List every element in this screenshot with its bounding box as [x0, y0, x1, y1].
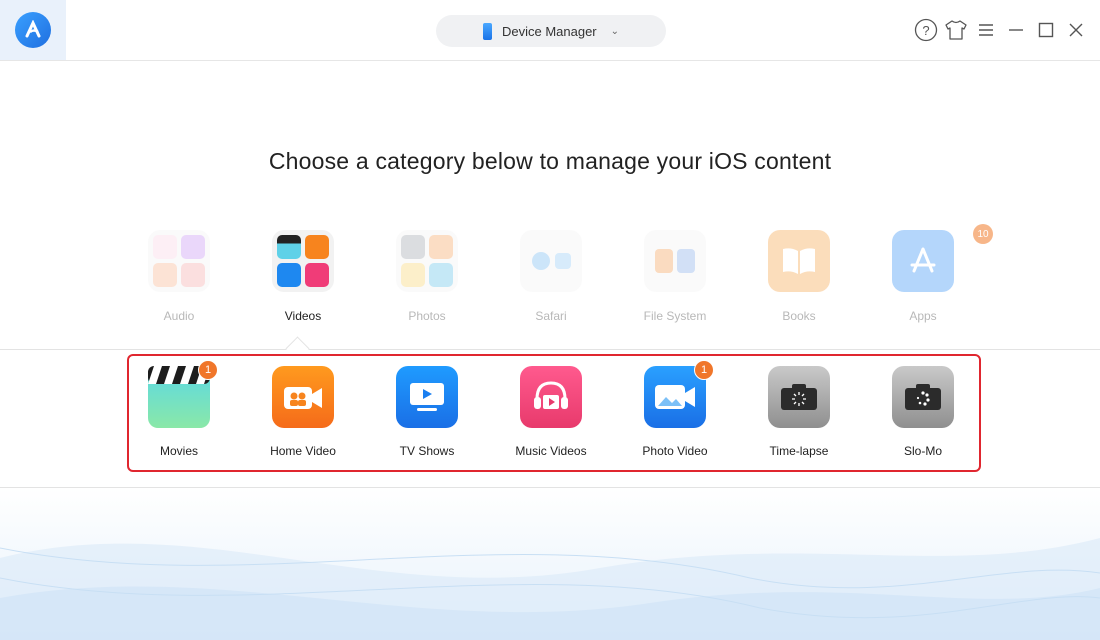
subcategory-tv-shows[interactable]: TV Shows	[365, 366, 489, 458]
category-audio[interactable]: Audio	[117, 230, 241, 323]
app-logo	[0, 0, 66, 60]
subcategory-label: Slo-Mo	[903, 444, 942, 458]
title-bar: Device Manager ⌄ ?	[0, 0, 1100, 61]
category-photos[interactable]: Photos	[365, 230, 489, 323]
help-button[interactable]: ?	[914, 17, 938, 43]
subcategory-label: Photo Video	[642, 444, 708, 458]
photo-video-icon: 1	[644, 360, 714, 428]
category-label: Apps	[909, 309, 937, 323]
file-system-icon	[644, 230, 706, 292]
tv-icon	[396, 366, 458, 428]
audio-icon	[148, 230, 210, 292]
help-icon: ?	[914, 18, 938, 42]
category-label: Safari	[535, 309, 567, 323]
category-label: Audio	[163, 309, 195, 323]
subcategory-label: Music Videos	[515, 444, 587, 458]
hamburger-menu-icon	[979, 24, 993, 36]
category-videos[interactable]: Videos	[241, 230, 365, 323]
category-label: Books	[782, 309, 816, 323]
subcategory-movies[interactable]: 1 Movies	[117, 360, 241, 458]
close-button[interactable]	[1064, 17, 1088, 43]
page-heading: Choose a category below to manage your i…	[268, 148, 832, 174]
music-video-icon	[520, 366, 582, 428]
maximize-icon	[1038, 22, 1054, 38]
subcategory-music-videos[interactable]: Music Videos	[489, 366, 613, 458]
slo-mo-camera-icon	[892, 366, 954, 428]
phone-icon	[482, 22, 492, 40]
apps-count-badge: 10	[973, 224, 993, 244]
close-icon	[1069, 23, 1083, 37]
subcategory-label: TV Shows	[399, 444, 455, 458]
photo-video-count-badge: 1	[694, 360, 714, 380]
subcategory-time-lapse[interactable]: Time-lapse	[737, 366, 861, 458]
movies-count-badge: 1	[198, 360, 218, 380]
divider	[0, 349, 1100, 350]
subcategory-home-video[interactable]: Home Video	[241, 366, 365, 458]
subcategory-label: Home Video	[270, 444, 336, 458]
book-icon	[768, 230, 830, 292]
safari-icon	[520, 230, 582, 292]
decorative-wave	[0, 488, 1100, 640]
category-row: Audio Videos Photos Safari File System B…	[117, 224, 993, 330]
subcategory-label: Time-lapse	[769, 444, 829, 458]
category-label: Videos	[284, 309, 322, 323]
subcategory-photo-video[interactable]: 1 Photo Video	[613, 360, 737, 458]
videos-icon	[272, 230, 334, 292]
subcategory-slo-mo[interactable]: Slo-Mo	[861, 366, 985, 458]
category-file-system[interactable]: File System	[613, 230, 737, 323]
category-books[interactable]: Books	[737, 230, 861, 323]
tshirt-icon	[945, 20, 967, 40]
skin-button[interactable]	[944, 17, 968, 43]
category-apps[interactable]: 10 Apps	[861, 224, 993, 323]
anytrans-logo-icon	[15, 12, 51, 48]
minimize-button[interactable]	[1004, 17, 1028, 43]
category-safari[interactable]: Safari	[489, 230, 613, 323]
clapperboard-icon: 1	[148, 360, 218, 428]
photos-icon	[396, 230, 458, 292]
app-store-icon	[892, 230, 954, 292]
category-label: File System	[643, 309, 707, 323]
menu-button[interactable]	[974, 17, 998, 43]
device-manager-dropdown[interactable]: Device Manager ⌄	[436, 15, 666, 47]
time-lapse-camera-icon	[768, 366, 830, 428]
subcategory-label: Movies	[159, 444, 198, 458]
chevron-down-icon: ⌄	[610, 25, 620, 37]
maximize-button[interactable]	[1034, 17, 1058, 43]
device-manager-label: Device Manager	[501, 23, 597, 39]
svg-text:?: ?	[922, 23, 929, 38]
home-video-icon	[272, 366, 334, 428]
category-label: Photos	[408, 309, 446, 323]
minimize-icon	[1009, 29, 1023, 31]
